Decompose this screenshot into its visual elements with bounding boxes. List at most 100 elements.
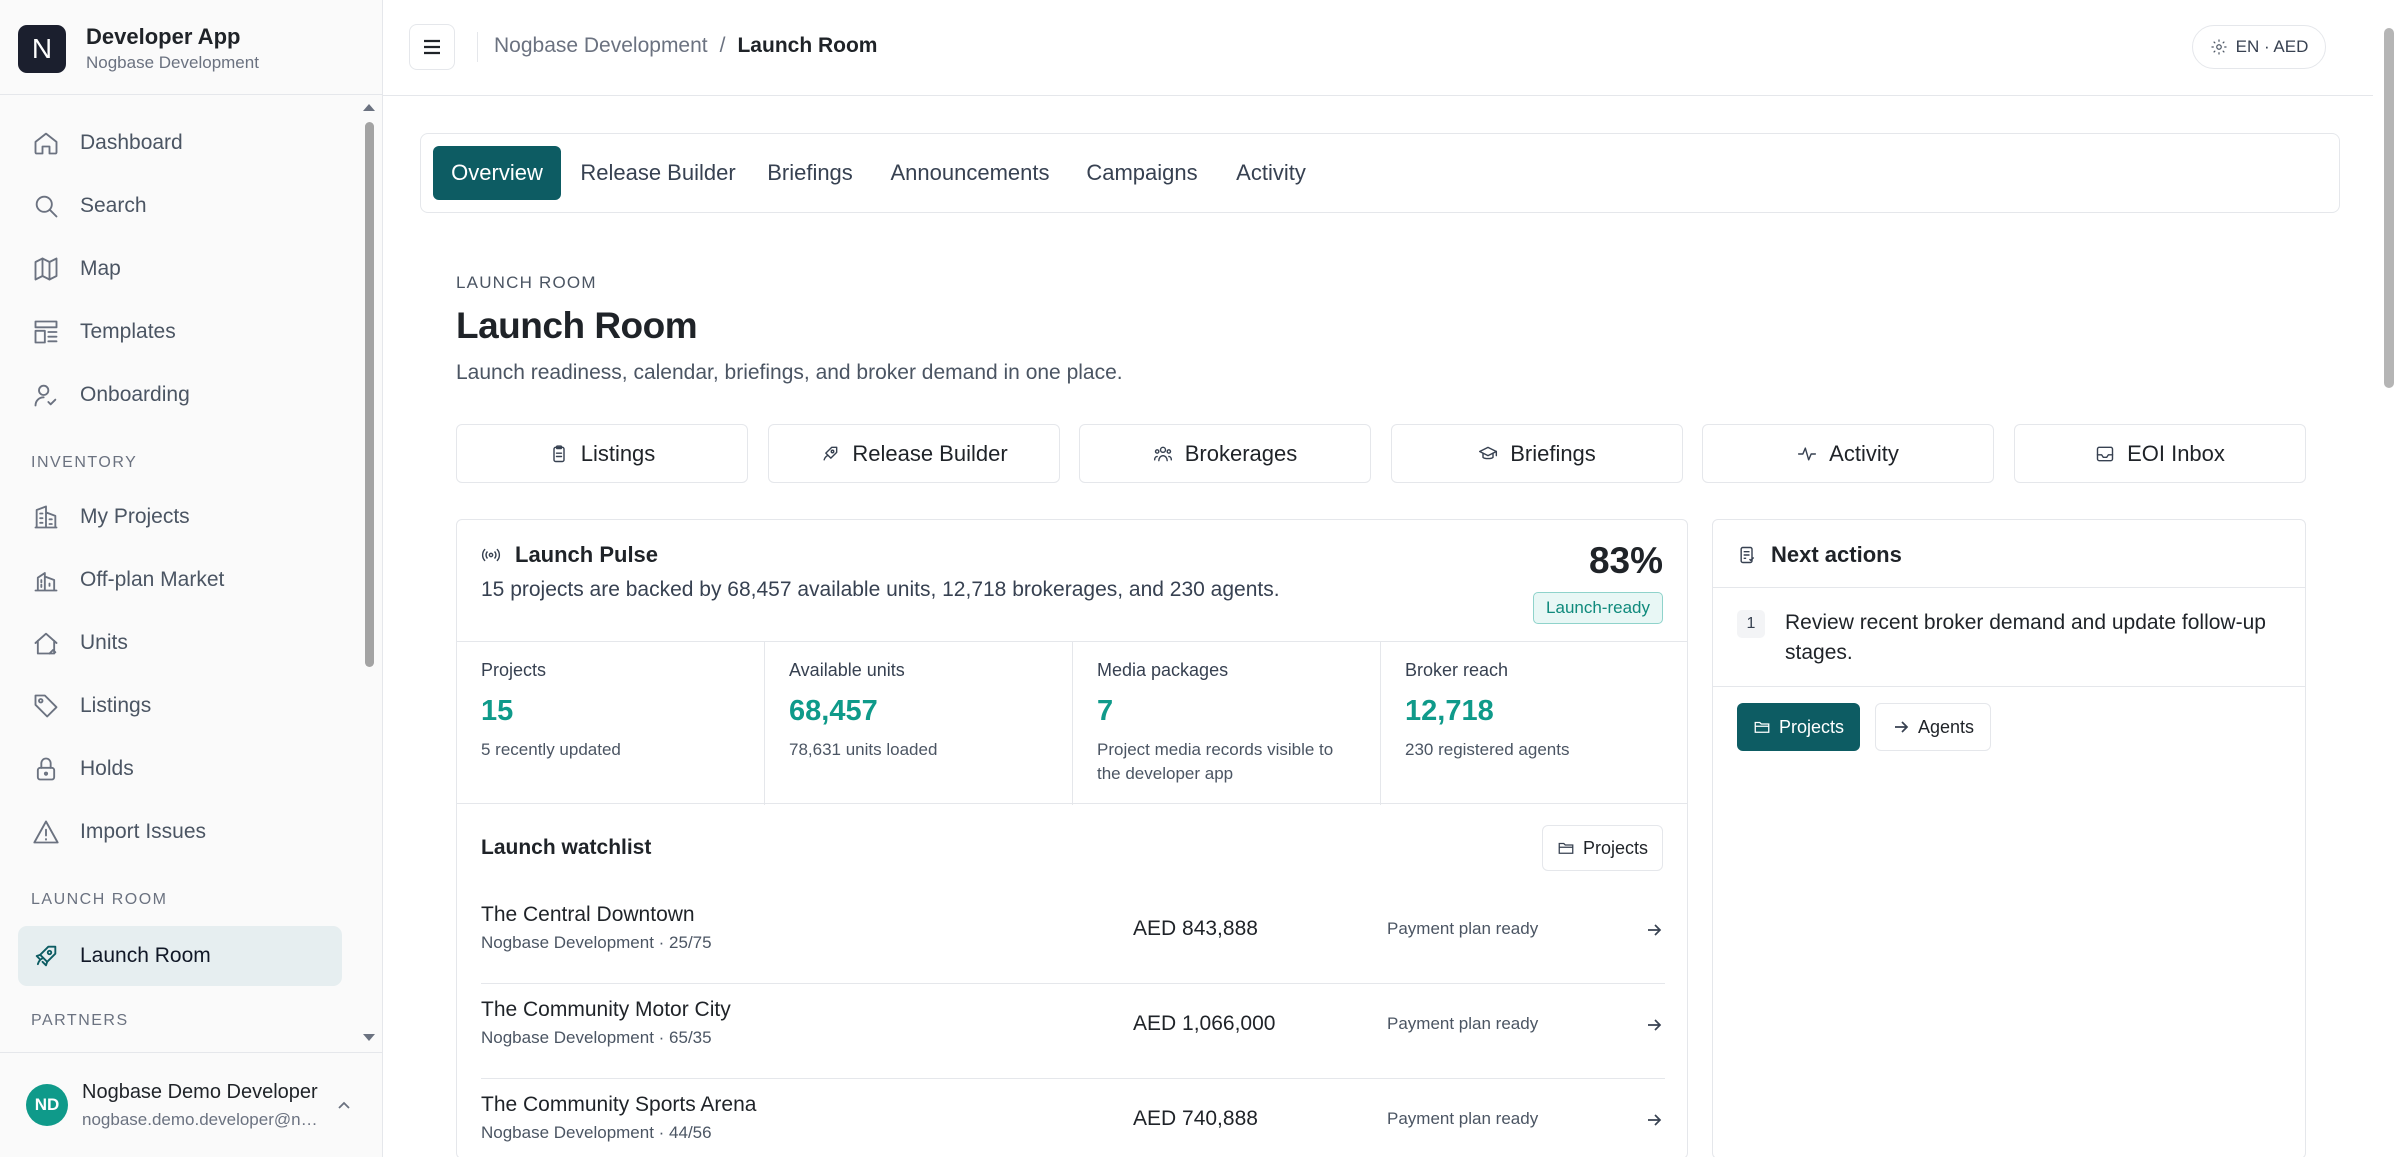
breadcrumb-parent[interactable]: Nogbase Development	[494, 34, 708, 58]
stat-projects: Projects 15 5 recently updated	[457, 642, 765, 805]
sidebar-item-label: Onboarding	[80, 383, 190, 406]
sidebar-item-holds[interactable]: Holds	[18, 739, 342, 799]
watchlist-row[interactable]: The Community Motor City Nogbase Develop…	[481, 984, 1665, 1079]
quick-link-briefings[interactable]: Briefings	[1391, 424, 1683, 483]
sidebar-scroll-down[interactable]	[363, 1034, 375, 1041]
tab-announcements[interactable]: Announcements	[877, 146, 1063, 200]
sidebar-item-label: Import Issues	[80, 820, 207, 843]
watchlist-projects-button[interactable]: Projects	[1541, 825, 1663, 871]
project-price: AED 1,066,000	[1133, 1012, 1276, 1035]
divider	[1713, 686, 2305, 687]
sidebar-item-label: Holds	[80, 757, 134, 780]
sidebar-item-label: Map	[80, 257, 121, 280]
tab-overview[interactable]: Overview	[433, 146, 561, 200]
agents-button[interactable]: Agents	[1875, 703, 1992, 751]
breadcrumb-divider	[477, 32, 478, 62]
tab-briefings[interactable]: Briefings	[755, 146, 865, 200]
sidebar-item-import-issues[interactable]: Import Issues	[18, 802, 342, 862]
action-number: 1	[1737, 610, 1765, 638]
sidebar-item-onboarding[interactable]: Onboarding	[18, 365, 342, 425]
button-label: Projects	[1582, 837, 1648, 858]
quick-link-listings[interactable]: Listings	[456, 424, 748, 483]
breadcrumb-separator: /	[719, 34, 726, 57]
tab-campaigns[interactable]: Campaigns	[1075, 146, 1209, 200]
folder-icon	[1558, 842, 1574, 854]
project-name: The Central Downtown	[481, 903, 695, 926]
home-icon	[34, 132, 58, 155]
next-actions-title: Next actions	[1771, 542, 1902, 567]
checklist-icon	[1740, 546, 1755, 564]
folder-icon	[1754, 721, 1770, 733]
building-icon	[34, 505, 58, 529]
sidebar-item-my-projects[interactable]: My Projects	[18, 487, 342, 547]
project-status: Payment plan ready	[1387, 1014, 1539, 1033]
sidebar: N Developer App Nogbase Development Dash…	[0, 0, 383, 1157]
quick-link-release-builder[interactable]: Release Builder	[768, 424, 1060, 483]
arrow-right-icon[interactable]	[1645, 1016, 1663, 1034]
user-name: Nogbase Demo Developer	[82, 1080, 318, 1103]
app-title: Developer App	[86, 24, 241, 49]
next-actions-header: Next actions	[1737, 542, 1902, 568]
sidebar-item-label: Listings	[80, 694, 152, 717]
watchlist-row[interactable]: The Community Sports Arena Nogbase Devel…	[481, 1079, 1665, 1157]
search-icon	[35, 195, 58, 218]
sidebar-item-label: My Projects	[80, 505, 190, 528]
section-inventory: INVENTORY	[31, 454, 138, 471]
map-icon	[34, 257, 58, 281]
sidebar-item-map[interactable]: Map	[18, 239, 342, 299]
stat-note: 78,631 units loaded	[789, 740, 938, 759]
sidebar-item-launch-room[interactable]: Launch Room	[18, 926, 342, 986]
stats-row: Projects 15 5 recently updated Available…	[457, 641, 1687, 805]
page-scrollbar-thumb[interactable]	[2384, 28, 2394, 388]
sidebar-item-label: Dashboard	[80, 131, 183, 154]
users-icon	[1153, 446, 1172, 461]
sidebar-item-off-plan-market[interactable]: Off-plan Market	[18, 550, 342, 610]
locale-button[interactable]: EN · AED	[2192, 25, 2326, 69]
brand[interactable]: N Developer App Nogbase Development	[18, 24, 259, 73]
arrow-right-icon[interactable]	[1645, 1111, 1663, 1129]
quick-link-activity[interactable]: Activity	[1702, 424, 1994, 483]
stat-broker-reach: Broker reach 12,718 230 registered agent…	[1381, 642, 1687, 805]
quick-link-eoi-inbox[interactable]: EOI Inbox	[2014, 424, 2306, 483]
sidebar-scrollbar-thumb[interactable]	[365, 122, 374, 667]
project-price: AED 740,888	[1133, 1107, 1258, 1130]
breadcrumb-current: Launch Room	[737, 34, 878, 57]
watchlist-title: Launch watchlist	[481, 836, 652, 859]
user-email: nogbase.demo.developer@nogbase.com	[82, 1109, 327, 1129]
quick-link-brokerages[interactable]: Brokerages	[1079, 424, 1371, 483]
clipboard-icon	[552, 444, 565, 462]
hamburger-icon	[424, 39, 440, 55]
project-meta: Nogbase Development · 65/35	[481, 1028, 712, 1047]
project-name: The Community Motor City	[481, 998, 731, 1021]
sidebar-divider	[0, 94, 382, 95]
sidebar-item-label: Off-plan Market	[80, 568, 225, 591]
buildings-icon	[34, 572, 58, 592]
arrow-right-icon[interactable]	[1645, 921, 1663, 939]
stat-note: 5 recently updated	[481, 740, 621, 759]
sidebar-scroll-up[interactable]	[363, 104, 375, 111]
tab-release-builder[interactable]: Release Builder	[573, 146, 743, 200]
broadcast-icon	[481, 548, 501, 562]
user-menu[interactable]: ND Nogbase Demo Developer nogbase.demo.d…	[0, 1052, 382, 1157]
stat-value: 68,457	[789, 695, 878, 727]
button-label: Projects	[1779, 716, 1845, 737]
sidebar-item-dashboard[interactable]: Dashboard	[18, 113, 342, 173]
menu-toggle-button[interactable]	[409, 24, 455, 70]
user-check-icon	[34, 384, 57, 407]
sidebar-item-listings[interactable]: Listings	[18, 676, 342, 736]
stat-value: 15	[481, 695, 514, 727]
topbar: Nogbase Development / Launch Room EN · A…	[383, 0, 2373, 96]
sidebar-item-search[interactable]: Search	[18, 176, 342, 236]
sidebar-item-templates[interactable]: Templates	[18, 302, 342, 362]
quick-link-label: Briefings	[1510, 440, 1596, 466]
arrow-right-icon	[1895, 721, 1909, 733]
stat-value: 7	[1097, 695, 1114, 727]
quick-link-label: EOI Inbox	[2127, 440, 2225, 466]
watchlist-row[interactable]: The Central Downtown Nogbase Development…	[481, 889, 1665, 984]
projects-button[interactable]: Projects	[1737, 703, 1861, 751]
next-actions-card: Next actions 1 Review recent broker dema…	[1712, 519, 2306, 1157]
tab-activity[interactable]: Activity	[1221, 146, 1321, 200]
sidebar-item-units[interactable]: Units	[18, 613, 342, 673]
status-badge: Launch-ready	[1533, 592, 1663, 624]
sidebar-item-label: Units	[80, 631, 128, 654]
